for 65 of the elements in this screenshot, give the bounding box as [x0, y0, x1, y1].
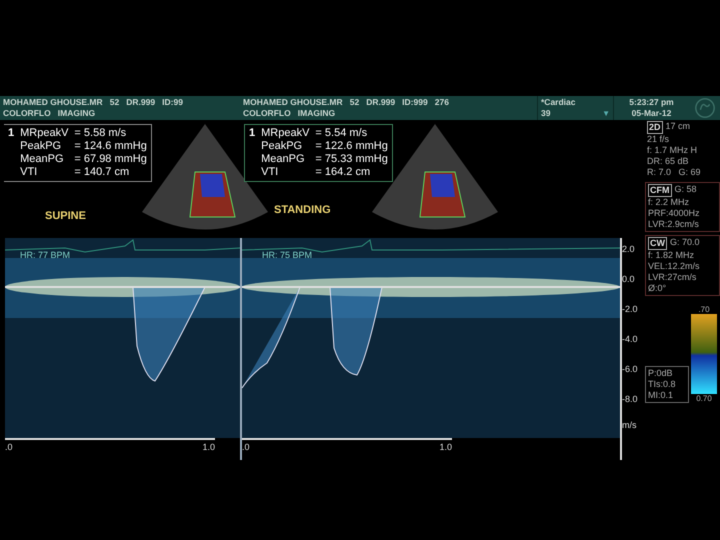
mode-tag: CFM [648, 184, 672, 197]
measurement-label: MeanPG [261, 153, 306, 166]
logo-icon [693, 97, 717, 119]
output-text: MI:0.1 [648, 390, 674, 401]
time-axis-label: 1.0 [439, 442, 452, 452]
setting-text: Ø:0° [648, 283, 668, 294]
mode-setting: G: 70.0 [670, 237, 700, 249]
mode-tag: CW [648, 237, 667, 250]
setting-text: LVR:27cm/s [648, 272, 698, 283]
date: 05-Mar-12 [632, 108, 672, 119]
velocity-tick-label: -8.0 [622, 394, 639, 404]
velocity-tick-label: -6.0 [622, 364, 639, 374]
output-text: P:0dB [648, 368, 674, 379]
measurement-value: = 67.98 mmHg [74, 153, 147, 166]
color-map-label: 0.70 [696, 394, 712, 403]
time-axis-label: .0 [5, 442, 13, 452]
velocity-unit: m/s [622, 420, 638, 430]
velocity-tick-label: 2.0 [622, 244, 636, 254]
position-label: SUPINE [45, 210, 86, 222]
heart-rate-label: HR: 75 BPM [262, 250, 312, 260]
velocity-tick-label: -2.0 [622, 304, 639, 314]
color-map-label: .70 [698, 305, 710, 314]
preset-name: *Cardiac [541, 97, 576, 108]
imaging-mode: COLORFLO IMAGING [243, 108, 336, 119]
measurement-index: 1 [8, 127, 14, 141]
measurement-value: = 164.2 cm [315, 166, 372, 179]
setting-text: f: 1.7 MHz H [647, 145, 698, 156]
preset-number: 39 [541, 108, 550, 119]
measurement-value: = 75.33 mmHg [315, 153, 388, 166]
setting-text: f: 1.82 MHz [648, 250, 696, 261]
heart-rate-label: HR: 77 BPM [20, 250, 70, 260]
setting-text: DR: 65 dB [647, 156, 690, 167]
measurement-index: 1 [249, 127, 256, 141]
measurement-value: = 124.6 mmHg [74, 140, 147, 153]
patient-info: MOHAMED GHOUSE.MR 52 DR.999 ID:999 276 [243, 97, 450, 108]
velocity-tick-label: -4.0 [622, 334, 639, 344]
measurement-value: = 140.7 cm [74, 166, 130, 179]
clock-time: 5:23:27 pm [629, 97, 674, 108]
imaging-mode: COLORFLO IMAGING [3, 108, 96, 119]
setting-text: 21 f/s [647, 134, 670, 145]
measurement-label: VTI [20, 166, 38, 179]
mode-setting: 17 cm [666, 121, 690, 133]
setting-text: VEL:12.2m/s [648, 261, 701, 272]
measurement-value: = 5.54 m/s [315, 127, 368, 140]
measurement-label: MeanPG [20, 153, 65, 166]
time-axis-label: 1.0 [202, 442, 215, 452]
measurement-value: = 5.58 m/s [74, 127, 128, 140]
position-label: STANDING [274, 204, 331, 216]
measurement-label: MRpeakV [20, 127, 68, 140]
measurement-label: VTI [261, 166, 280, 179]
velocity-tick-label: 0.0 [622, 274, 636, 284]
mode-setting: G: 58 [674, 184, 697, 196]
setting-text: PRF:4000Hz [648, 208, 701, 219]
setting-text: LVR:2.9cm/s [648, 219, 700, 230]
patient-info: MOHAMED GHOUSE.MR 52 DR.999 ID:99 [3, 97, 184, 108]
caret-icon[interactable]: ▼ [602, 108, 610, 119]
mode-tag: 2D [647, 121, 663, 134]
measurement-label: PeakPG [261, 140, 304, 153]
measurement-label: MRpeakV [261, 127, 310, 140]
setting-text: R: 7.0 G: 69 [647, 167, 702, 178]
measurement-label: PeakPG [20, 140, 62, 153]
time-axis-label: .0 [242, 442, 250, 452]
measurement-value: = 122.6 mmHg [315, 140, 388, 153]
setting-text: f: 2.2 MHz [648, 197, 690, 208]
output-text: TIs:0.8 [648, 379, 677, 390]
